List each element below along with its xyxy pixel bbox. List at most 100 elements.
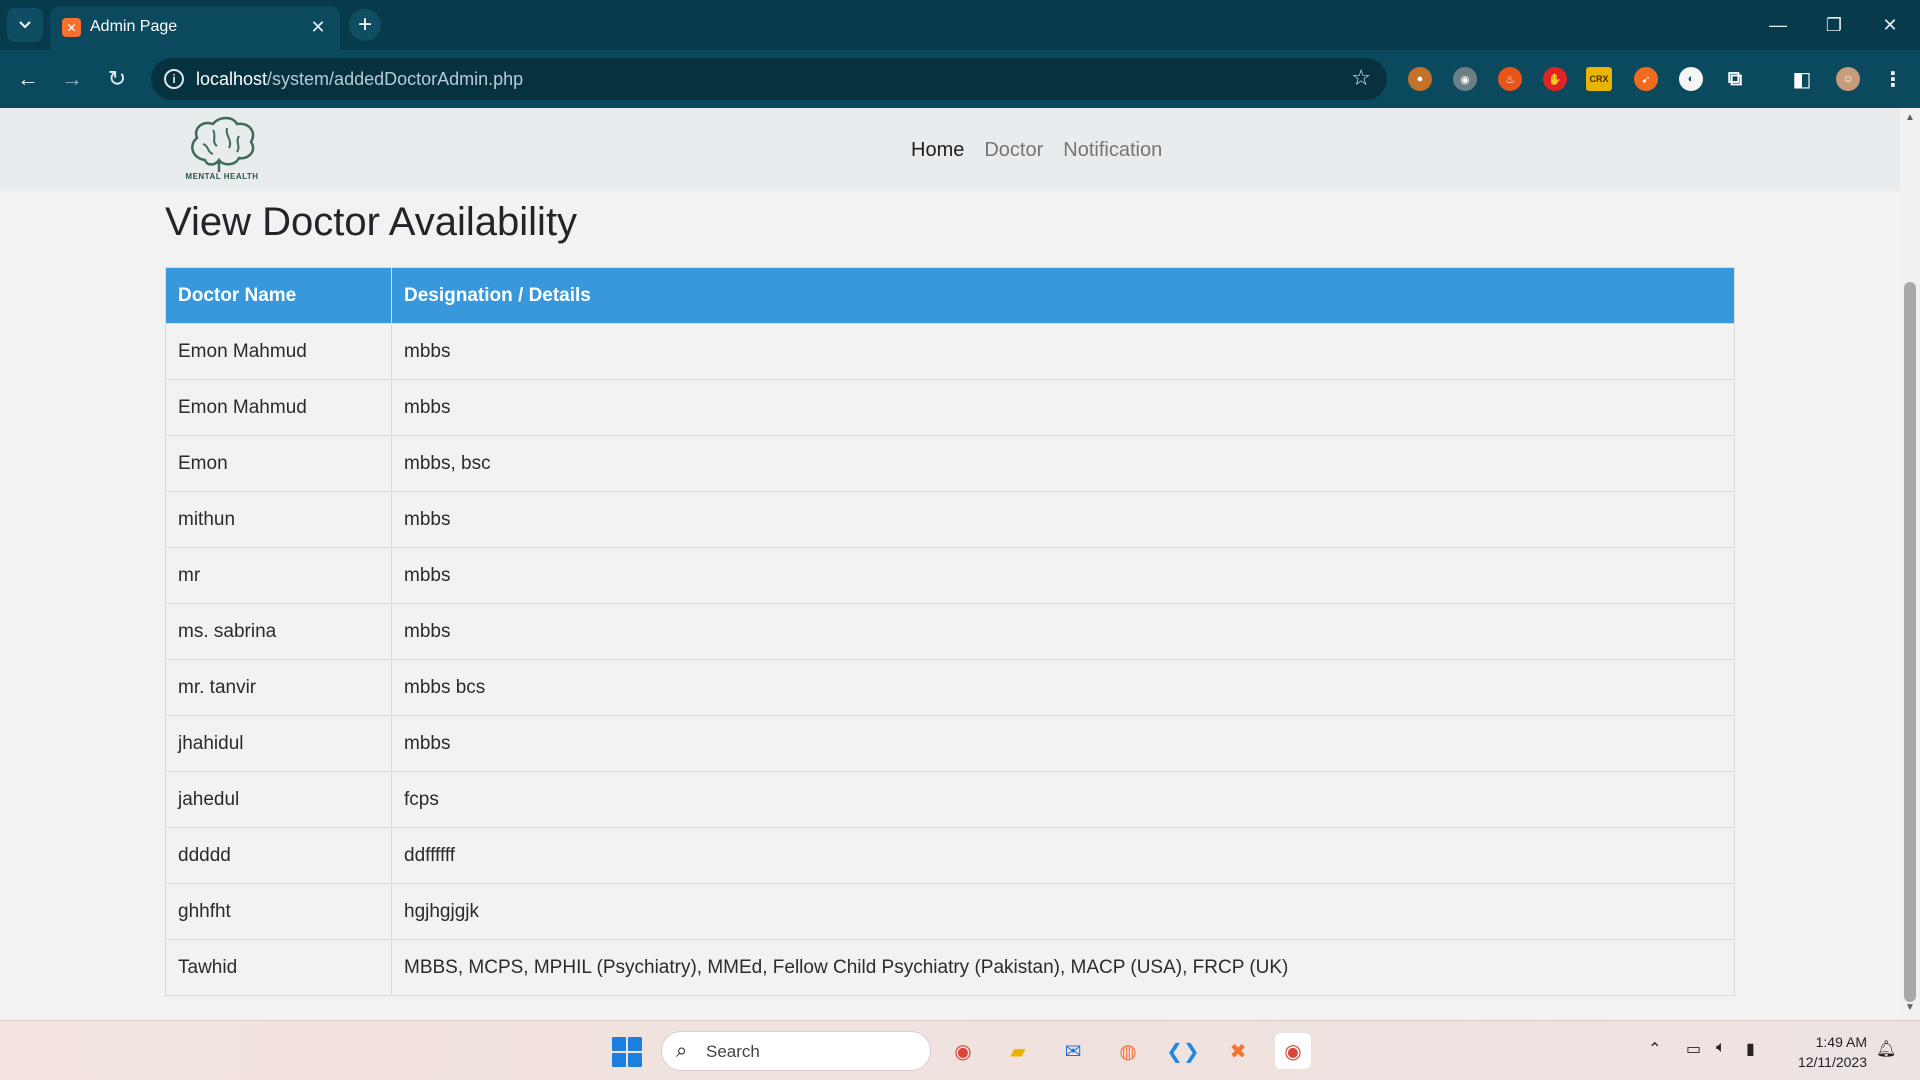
column-header-doctor-name: Doctor Name bbox=[165, 267, 392, 324]
table-row: mithun mbbs bbox=[165, 491, 1735, 548]
designation-cell: mbbs bbox=[391, 491, 1735, 548]
notification-bell-icon[interactable]: 🔔︎ bbox=[1876, 1039, 1896, 1059]
mental-health-logo[interactable]: MENTAL HEALTH bbox=[183, 116, 261, 182]
designation-cell: hgjhgjgjk bbox=[391, 883, 1735, 940]
doctor-name-cell: ddddd bbox=[165, 827, 392, 884]
logo-text: MENTAL HEALTH bbox=[185, 172, 259, 181]
extension-ghost-icon[interactable]: ◉ bbox=[1453, 67, 1477, 91]
tab-search-button[interactable] bbox=[7, 8, 43, 42]
table-row: jhahidul mbbs bbox=[165, 715, 1735, 772]
chrome-app-icon[interactable]: ◉ bbox=[945, 1033, 981, 1069]
nav-doctor[interactable]: Doctor bbox=[984, 139, 1043, 162]
doctor-table-container: Doctor Name Designation / Details Emon M… bbox=[165, 267, 1735, 996]
scrollbar-thumb[interactable] bbox=[1904, 282, 1916, 1002]
doctor-name-cell: jhahidul bbox=[165, 715, 392, 772]
taskbar-search-box[interactable]: ⌕ Search bbox=[661, 1031, 931, 1071]
firefox-icon[interactable]: ◍ bbox=[1110, 1033, 1146, 1069]
table-row: Emon Mahmud mbbs bbox=[165, 323, 1735, 380]
taskbar-clock[interactable]: 1:49 AM 12/11/2023 bbox=[1785, 1032, 1867, 1072]
new-tab-button[interactable]: + bbox=[349, 9, 381, 41]
side-panel-icon[interactable]: ◧ bbox=[1790, 67, 1814, 91]
browser-tab-active[interactable]: ✕ Admin Page ✕ bbox=[50, 6, 340, 50]
extension-crx-icon[interactable]: CRX bbox=[1586, 67, 1612, 91]
designation-cell: mbbs bbox=[391, 715, 1735, 772]
table-row: mr mbbs bbox=[165, 547, 1735, 604]
doctor-name-cell: Emon Mahmud bbox=[165, 379, 392, 436]
search-icon: ⌕ bbox=[676, 1040, 688, 1062]
volume-icon[interactable]: 🔈︎ bbox=[1716, 1039, 1726, 1057]
extension-circle-icon[interactable]: ◐ bbox=[1679, 67, 1703, 91]
tab-title: Admin Page bbox=[90, 18, 178, 35]
tab-close-icon[interactable]: ✕ bbox=[306, 15, 330, 39]
page-scrollbar[interactable]: ▲ ▼ bbox=[1900, 108, 1920, 1020]
close-window-button[interactable]: ✕ bbox=[1862, 0, 1918, 50]
doctor-name-cell: ms. sabrina bbox=[165, 603, 392, 660]
vscode-icon[interactable]: ❮❯ bbox=[1165, 1033, 1201, 1069]
scroll-up-arrow-icon[interactable]: ▲ bbox=[1900, 112, 1920, 128]
battery-icon[interactable]: ▮ bbox=[1746, 1039, 1755, 1059]
clock-time: 1:49 AM bbox=[1815, 1034, 1867, 1050]
doctor-name-cell: Tawhid bbox=[165, 939, 392, 996]
restore-button[interactable]: ❐ bbox=[1806, 0, 1862, 50]
table-row: Emon mbbs, bsc bbox=[165, 435, 1735, 492]
table-row: ghhfht hgjhgjgjk bbox=[165, 883, 1735, 940]
extension-rocket-icon[interactable]: ➹ bbox=[1634, 67, 1658, 91]
brain-icon bbox=[191, 116, 255, 172]
column-header-designation: Designation / Details bbox=[391, 267, 1735, 324]
browser-menu-icon[interactable]: ⋮ bbox=[1881, 67, 1905, 91]
designation-cell: fcps bbox=[391, 771, 1735, 828]
site-navbar: MENTAL HEALTH Home Doctor Notification bbox=[0, 108, 1900, 191]
file-explorer-icon[interactable]: ▰ bbox=[1000, 1033, 1036, 1069]
xampp-icon[interactable]: ✖ bbox=[1220, 1033, 1256, 1069]
nav-notification[interactable]: Notification bbox=[1063, 139, 1162, 162]
table-row: jahedul fcps bbox=[165, 771, 1735, 828]
designation-cell: mbbs, bsc bbox=[391, 435, 1735, 492]
reload-icon[interactable]: ↻ bbox=[100, 62, 134, 96]
doctor-name-cell: ghhfht bbox=[165, 883, 392, 940]
table-row: Tawhid MBBS, MCPS, MPHIL (Psychiatry), MM… bbox=[165, 939, 1735, 996]
url-text[interactable]: localhost/system/addedDoctorAdmin.php bbox=[196, 69, 523, 90]
mail-icon[interactable]: ✉ bbox=[1055, 1033, 1091, 1069]
back-arrow-icon[interactable]: ← bbox=[11, 62, 45, 96]
profile-avatar[interactable]: ☺ bbox=[1836, 67, 1860, 91]
browser-tab-bar: ✕ Admin Page ✕ + — ❐ ✕ bbox=[0, 0, 1920, 50]
minimize-button[interactable]: — bbox=[1750, 0, 1806, 50]
extension-cookie-icon[interactable]: ● bbox=[1408, 67, 1432, 91]
table-row: mr. tanvir mbbs bcs bbox=[165, 659, 1735, 716]
tray-expand-chevron-icon[interactable]: ⌃ bbox=[1648, 1039, 1661, 1059]
table-row: ddddd ddffffff bbox=[165, 827, 1735, 884]
network-icon[interactable]: ▭ bbox=[1686, 1039, 1701, 1059]
designation-cell: mbbs bbox=[391, 323, 1735, 380]
page-title: View Doctor Availability bbox=[165, 200, 578, 244]
doctor-name-cell: mr. tanvir bbox=[165, 659, 392, 716]
windows-taskbar: ⌕ Search ◉ ▰ ✉ ◍ ❮❯ ✖ ◉ ⌃ ▭ 🔈︎ ▮ 1:49 AM… bbox=[0, 1020, 1920, 1080]
extension-hand-icon[interactable]: ✋ bbox=[1543, 67, 1567, 91]
nav-home[interactable]: Home bbox=[911, 139, 964, 162]
main-nav: Home Doctor Notification bbox=[911, 139, 1162, 162]
chrome-profile-app-icon[interactable]: ◉ bbox=[1275, 1033, 1311, 1069]
xampp-favicon-icon: ✕ bbox=[62, 18, 81, 37]
bookmark-star-icon[interactable]: ☆ bbox=[1351, 65, 1371, 91]
forward-arrow-icon[interactable]: → bbox=[55, 62, 89, 96]
doctor-name-cell: jahedul bbox=[165, 771, 392, 828]
doctor-name-cell: Emon Mahmud bbox=[165, 323, 392, 380]
extensions-puzzle-icon[interactable]: ⧉ bbox=[1723, 67, 1747, 91]
designation-cell: MBBS, MCPS, MPHIL (Psychiatry), MMEd, Fe… bbox=[391, 939, 1735, 996]
clock-date: 12/11/2023 bbox=[1797, 1054, 1867, 1070]
designation-cell: ddffffff bbox=[391, 827, 1735, 884]
extension-fire-icon[interactable]: ♨ bbox=[1498, 67, 1522, 91]
scroll-down-arrow-icon[interactable]: ▼ bbox=[1900, 1002, 1920, 1018]
site-info-icon[interactable]: i bbox=[164, 69, 184, 89]
chevron-down-icon bbox=[19, 21, 31, 29]
doctor-availability-table: Doctor Name Designation / Details Emon M… bbox=[165, 267, 1735, 996]
doctor-name-cell: mithun bbox=[165, 491, 392, 548]
search-placeholder: Search bbox=[706, 1042, 760, 1061]
doctor-name-cell: mr bbox=[165, 547, 392, 604]
windows-start-icon[interactable] bbox=[612, 1037, 642, 1067]
table-row: Emon Mahmud mbbs bbox=[165, 379, 1735, 436]
address-bar[interactable]: i localhost/system/addedDoctorAdmin.php … bbox=[151, 58, 1387, 100]
table-row: ms. sabrina mbbs bbox=[165, 603, 1735, 660]
doctor-name-cell: Emon bbox=[165, 435, 392, 492]
designation-cell: mbbs bcs bbox=[391, 659, 1735, 716]
web-page: MENTAL HEALTH Home Doctor Notification V… bbox=[0, 108, 1900, 1020]
